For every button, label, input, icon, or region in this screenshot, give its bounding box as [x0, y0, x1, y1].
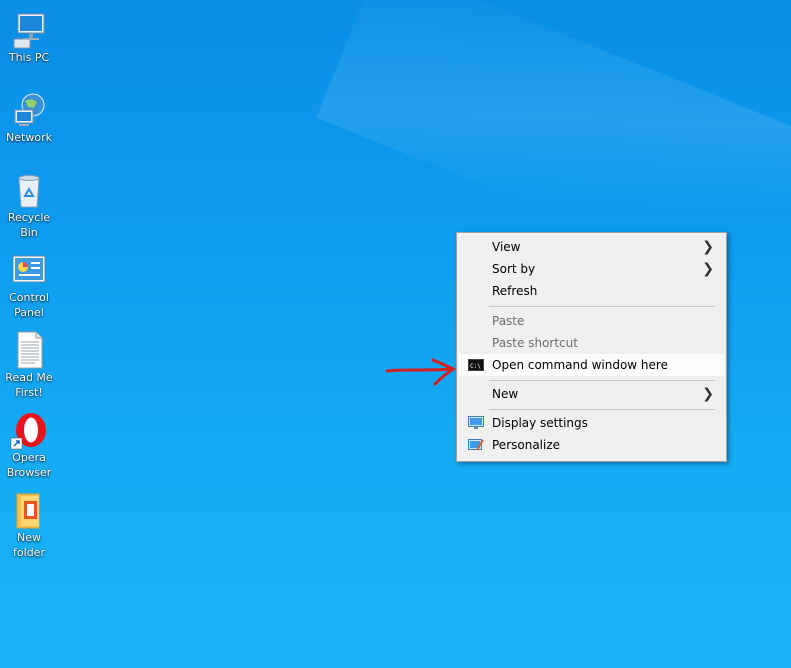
desktop-context-menu: View ❯ Sort by ❯ Refresh Paste Paste sho… [456, 232, 727, 462]
menu-item-display-settings[interactable]: Display settings [459, 412, 724, 434]
display-settings-icon [468, 416, 484, 429]
desktop-icon-recycle-bin[interactable]: Recycle Bin [0, 170, 58, 240]
control-panel-icon [12, 255, 46, 283]
svg-text:C:\: C:\ [470, 363, 481, 370]
menu-item-open-command-window[interactable]: C:\ Open command window here [459, 354, 724, 376]
network-icon [14, 93, 45, 126]
menu-item-sort-by[interactable]: Sort by ❯ [459, 258, 724, 280]
menu-separator [489, 380, 715, 381]
desktop-icon-label: Recycle Bin [7, 211, 51, 239]
menu-item-view[interactable]: View ❯ [459, 236, 724, 258]
chevron-right-icon: ❯ [702, 239, 714, 255]
folder-icon [16, 493, 40, 529]
opera-icon [10, 413, 46, 450]
menu-item-refresh[interactable]: Refresh [459, 280, 724, 302]
menu-item-label: Refresh [492, 284, 538, 298]
annotation-arrow [385, 358, 456, 386]
desktop-icon-opera-browser[interactable]: Opera Browser [0, 410, 58, 480]
desktop-icon-new-folder[interactable]: New folder [0, 490, 58, 560]
chevron-right-icon: ❯ [702, 386, 714, 402]
desktop-icon-label: Control Panel [9, 291, 49, 319]
menu-item-paste-shortcut[interactable]: Paste shortcut [459, 332, 724, 354]
menu-item-personalize[interactable]: Personalize [459, 434, 724, 456]
desktop-icon-label: Network [6, 131, 52, 144]
menu-item-label: New [492, 387, 519, 401]
menu-item-label: Sort by [492, 262, 536, 276]
desktop[interactable]: This PC Network Recycle Bin Control Pane… [0, 0, 791, 668]
menu-item-label: Display settings [492, 416, 588, 430]
menu-separator [489, 306, 715, 307]
menu-item-label: Open command window here [492, 358, 668, 372]
text-document-icon [17, 331, 43, 369]
personalize-icon [468, 439, 484, 451]
desktop-icon-label: New folder [13, 531, 45, 559]
menu-item-paste[interactable]: Paste [459, 310, 724, 332]
desktop-icon-label: This PC [8, 51, 50, 64]
desktop-icon-control-panel[interactable]: Control Panel [0, 250, 58, 320]
desktop-icon-this-pc[interactable]: This PC [0, 10, 58, 65]
menu-item-label: Paste [492, 314, 525, 328]
this-pc-icon [13, 13, 45, 49]
desktop-icon-network[interactable]: Network [0, 90, 58, 145]
menu-item-label: Paste shortcut [492, 336, 578, 350]
desktop-icon-label: Opera Browser [6, 451, 52, 479]
menu-separator [489, 409, 715, 410]
menu-item-new[interactable]: New ❯ [459, 383, 724, 405]
desktop-icon-read-me-first[interactable]: Read Me First! [0, 330, 58, 400]
desktop-icon-label: Read Me First! [5, 371, 53, 399]
chevron-right-icon: ❯ [702, 261, 714, 277]
menu-item-label: Personalize [492, 438, 561, 452]
menu-item-label: View [492, 240, 521, 254]
recycle-bin-icon [18, 175, 40, 208]
command-prompt-icon: C:\ [468, 359, 484, 371]
